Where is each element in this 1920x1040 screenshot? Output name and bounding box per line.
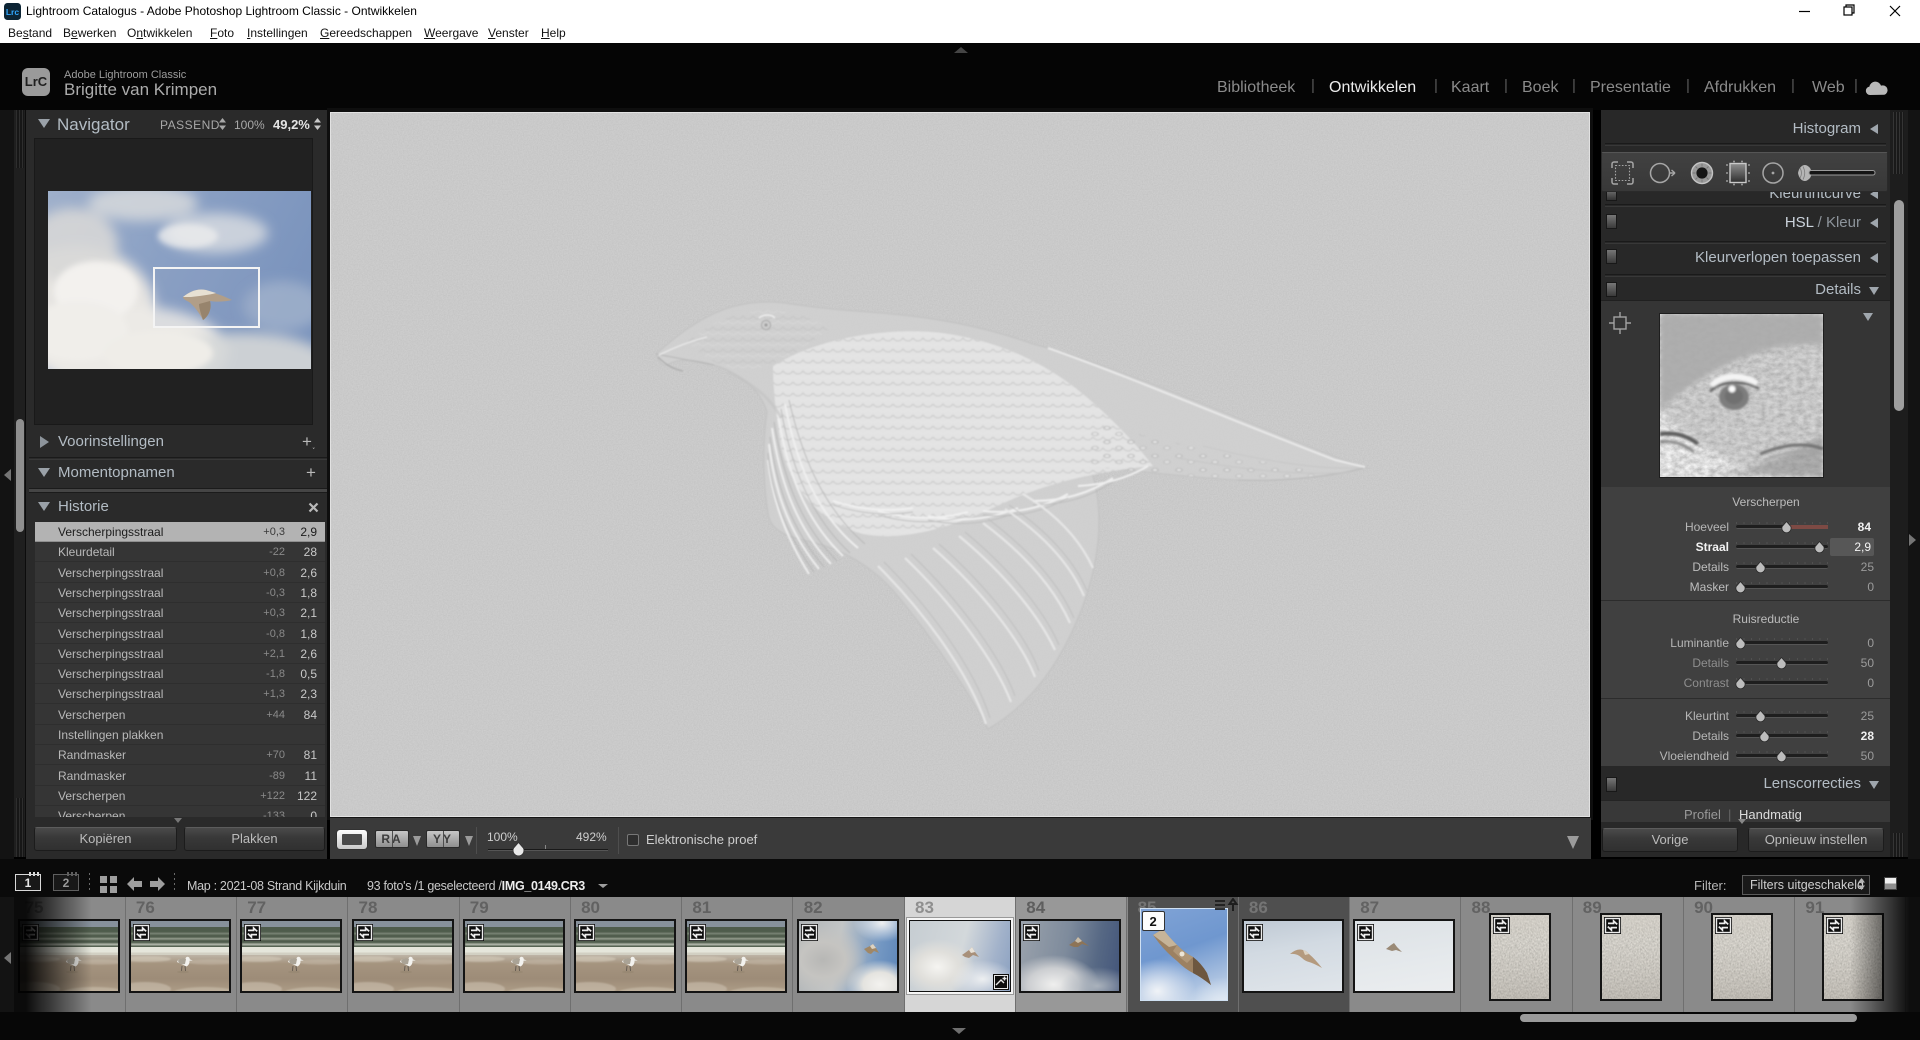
svg-text:Lrc: Lrc [6, 7, 20, 17]
